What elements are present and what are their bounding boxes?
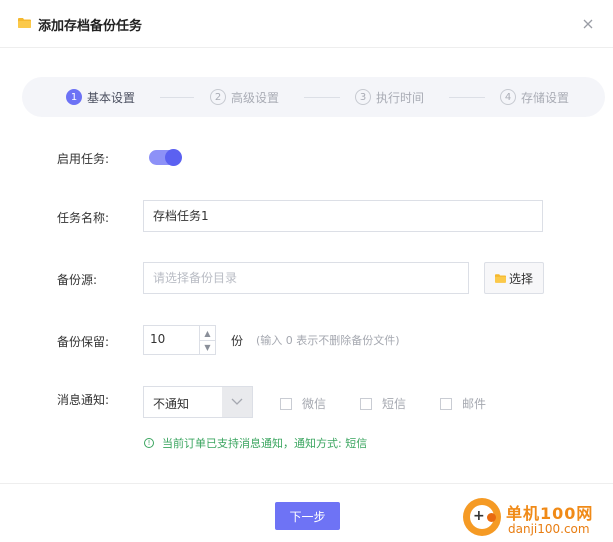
step-number: 3 bbox=[355, 89, 371, 105]
retain-count-stepper[interactable]: 10 ▲ ▼ bbox=[143, 325, 216, 355]
step-label: 基本设置 bbox=[87, 90, 136, 105]
next-step-button[interactable]: 下一步 bbox=[275, 502, 340, 530]
retain-unit: 份 bbox=[231, 334, 244, 348]
task-name-input[interactable]: 存档任务1 bbox=[143, 200, 543, 232]
step-number: 4 bbox=[500, 89, 516, 105]
info-icon: ! bbox=[144, 438, 154, 448]
folder-icon bbox=[18, 18, 31, 28]
step-indicator: 1 基本设置 2 高级设置 3 执行时间 4 存储设置 bbox=[22, 77, 605, 117]
task-name-label: 任务名称: bbox=[57, 211, 110, 225]
checkbox-label: 短信 bbox=[382, 397, 407, 411]
notice-text: 当前订单已支持消息通知，通知方式: 短信 bbox=[162, 437, 368, 450]
select-button-label: 选择 bbox=[508, 271, 533, 286]
checkbox-box bbox=[280, 397, 292, 410]
watermark-url: danji100.com bbox=[508, 522, 590, 536]
stepper-buttons: ▲ ▼ bbox=[199, 326, 215, 354]
backup-source-label: 备份源: bbox=[57, 273, 98, 287]
step-divider bbox=[449, 97, 485, 98]
notify-notice: ! 当前订单已支持消息通知，通知方式: 短信 bbox=[144, 435, 367, 451]
checkbox-label: 微信 bbox=[302, 397, 327, 411]
checkbox-label: 邮件 bbox=[462, 397, 487, 411]
footer-divider bbox=[0, 483, 613, 484]
step-label: 高级设置 bbox=[231, 90, 280, 105]
enable-task-toggle[interactable] bbox=[149, 149, 182, 166]
chevron-down-icon bbox=[222, 387, 252, 417]
checkbox-box bbox=[360, 397, 372, 410]
step-execution-time[interactable]: 3 执行时间 bbox=[355, 88, 424, 106]
dialog-titlebar: 添加存档备份任务 bbox=[0, 0, 613, 48]
notify-sms-checkbox[interactable]: 短信 bbox=[360, 395, 406, 412]
enable-task-label: 启用任务: bbox=[57, 152, 110, 166]
step-label: 存储设置 bbox=[521, 90, 570, 105]
step-divider bbox=[160, 97, 194, 98]
close-icon[interactable] bbox=[580, 16, 596, 32]
notify-selected-value: 不通知 bbox=[153, 397, 190, 411]
notify-email-checkbox[interactable]: 邮件 bbox=[440, 395, 486, 412]
step-storage-settings[interactable]: 4 存储设置 bbox=[500, 88, 569, 106]
step-number: 1 bbox=[66, 89, 82, 105]
notify-wechat-checkbox[interactable]: 微信 bbox=[280, 395, 326, 412]
step-label: 执行时间 bbox=[376, 90, 425, 105]
backup-source-input[interactable]: 请选择备份目录 bbox=[143, 262, 469, 294]
step-basic-settings[interactable]: 1 基本设置 bbox=[66, 88, 135, 106]
select-folder-button[interactable]: 选择 bbox=[484, 262, 544, 294]
watermark-logo: + 单机100网 danji100.com bbox=[463, 498, 613, 542]
step-advanced-settings[interactable]: 2 高级设置 bbox=[210, 88, 279, 106]
step-divider bbox=[304, 97, 340, 98]
retain-count-value: 10 bbox=[150, 332, 166, 346]
logo-icon: + bbox=[463, 498, 501, 536]
notify-select[interactable]: 不通知 bbox=[143, 386, 253, 418]
folder-icon bbox=[494, 273, 506, 283]
watermark-text: 单机100网 bbox=[506, 504, 594, 523]
checkbox-box bbox=[440, 397, 452, 410]
backup-retain-label: 备份保留: bbox=[57, 335, 110, 349]
dialog-title: 添加存档备份任务 bbox=[38, 19, 143, 34]
notify-label: 消息通知: bbox=[57, 393, 110, 407]
toggle-knob bbox=[165, 149, 182, 166]
step-number: 2 bbox=[210, 89, 226, 105]
chevron-up-icon[interactable]: ▲ bbox=[200, 326, 215, 341]
chevron-down-icon[interactable]: ▼ bbox=[200, 340, 215, 354]
retain-hint: (输入 0 表示不删除备份文件) bbox=[256, 334, 400, 347]
